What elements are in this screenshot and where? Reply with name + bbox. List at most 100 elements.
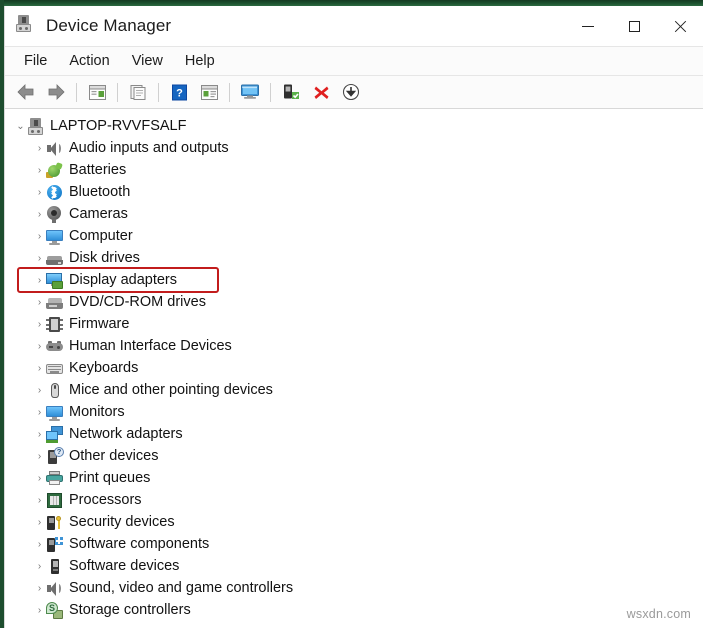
tree-item-cameras[interactable]: ›Cameras [5, 203, 703, 225]
menu-view[interactable]: View [121, 50, 174, 72]
properties-button[interactable] [82, 79, 112, 105]
menu-bar: File Action View Help [5, 46, 703, 76]
help-button[interactable]: ? [164, 79, 194, 105]
chevron-right-icon[interactable]: › [33, 247, 46, 269]
device-tree[interactable]: ⌄ LAPTOP-RVVFSALF › Audio inputs and outp… [5, 109, 703, 628]
chevron-right-icon[interactable]: › [33, 599, 46, 621]
chevron-right-icon[interactable]: › [33, 577, 46, 599]
battery-icon [46, 162, 63, 179]
tree-item-keyboards[interactable]: › Keyboards [5, 357, 703, 379]
bluetooth-icon [46, 184, 63, 201]
menu-help[interactable]: Help [174, 50, 226, 72]
tree-item-processors[interactable]: ›Processors [5, 489, 703, 511]
chevron-right-icon[interactable]: › [33, 379, 46, 401]
chevron-right-icon[interactable]: › [33, 225, 46, 247]
maximize-button[interactable] [611, 6, 657, 46]
title-bar[interactable]: Device Manager [5, 6, 703, 46]
scan-hardware-changes-button[interactable] [235, 79, 265, 105]
window-controls [565, 6, 703, 46]
tree-root-item[interactable]: ⌄ LAPTOP-RVVFSALF [5, 115, 703, 137]
unknown-device-icon: ? [46, 448, 63, 465]
chevron-right-icon[interactable]: › [33, 511, 46, 533]
back-arrow-icon [16, 83, 36, 101]
tree-item-other-devices[interactable]: ›?Other devices [5, 445, 703, 467]
device-manager-window: Device Manager File Action View Help [4, 6, 703, 628]
tree-item-software-devices[interactable]: › Software devices [5, 555, 703, 577]
tree-item-label: Audio inputs and outputs [69, 137, 229, 159]
tree-item-network-adapters[interactable]: ›Network adapters [5, 423, 703, 445]
chevron-right-icon[interactable]: › [33, 401, 46, 423]
chevron-right-icon[interactable]: › [33, 533, 46, 555]
menu-action[interactable]: Action [58, 50, 120, 72]
chevron-right-icon[interactable]: › [33, 313, 46, 335]
update-device-driver-button[interactable] [276, 79, 306, 105]
chevron-right-icon[interactable]: › [33, 357, 46, 379]
tree-item-label: Computer [69, 225, 133, 247]
monitor-scan-icon [240, 83, 261, 101]
back-button[interactable] [11, 79, 41, 105]
tree-item-display-adapters[interactable]: ›Display adapters [5, 269, 703, 291]
chevron-down-icon[interactable]: ⌄ [14, 115, 27, 137]
chevron-right-icon[interactable]: › [33, 489, 46, 511]
minimize-button[interactable] [565, 6, 611, 46]
tree-item-label: Keyboards [69, 357, 138, 379]
uninstall-device-button[interactable] [306, 79, 336, 105]
tree-item-storage-controllers[interactable]: ›SStorage controllers [5, 599, 703, 621]
keyboard-icon [46, 360, 63, 377]
computer-tower-icon [27, 118, 44, 135]
chevron-right-icon[interactable]: › [33, 555, 46, 577]
tree-item-security-devices[interactable]: › Security devices [5, 511, 703, 533]
tree-item-mice-and-other-pointing-devices[interactable]: › Mice and other pointing devices [5, 379, 703, 401]
menu-file[interactable]: File [13, 50, 58, 72]
chevron-right-icon[interactable]: › [33, 423, 46, 445]
tree-item-batteries[interactable]: › Batteries [5, 159, 703, 181]
security-device-icon [46, 514, 63, 531]
minimize-icon [582, 26, 594, 27]
tree-item-label: Software components [69, 533, 209, 555]
tree-item-label: Software devices [69, 555, 179, 577]
monitor-icon [46, 404, 63, 421]
document-copy-icon [129, 84, 148, 101]
tree-item-dvd-cd-rom-drives[interactable]: ›DVD/CD-ROM drives [5, 291, 703, 313]
tree-item-firmware[interactable]: ›Firmware [5, 313, 703, 335]
show-hide-console-tree-button[interactable] [194, 79, 224, 105]
chevron-right-icon[interactable]: › [33, 137, 46, 159]
chevron-right-icon[interactable]: › [33, 181, 46, 203]
chevron-right-icon[interactable]: › [33, 159, 46, 181]
tree-item-human-interface-devices[interactable]: ›Human Interface Devices [5, 335, 703, 357]
tree-item-sound-video-and-game-controllers[interactable]: ›Sound, video and game controllers [5, 577, 703, 599]
console-tree-icon [200, 84, 219, 101]
tree-item-label: Mice and other pointing devices [69, 379, 273, 401]
chevron-right-icon[interactable]: › [33, 269, 46, 291]
forward-button[interactable] [41, 79, 71, 105]
tree-item-label: Security devices [69, 511, 175, 533]
tree-root-label: LAPTOP-RVVFSALF [50, 115, 186, 137]
display-adapter-icon [46, 272, 63, 289]
printer-icon [46, 470, 63, 487]
tree-item-print-queues[interactable]: › Print queues [5, 467, 703, 489]
tree-item-monitors[interactable]: ›Monitors [5, 401, 703, 423]
watermark: wsxdn.com [627, 607, 691, 621]
chevron-right-icon[interactable]: › [33, 203, 46, 225]
tree-item-computer[interactable]: › Computer [5, 225, 703, 247]
close-button[interactable] [657, 6, 703, 46]
tree-item-audio-inputs-and-outputs[interactable]: › Audio inputs and outputs [5, 137, 703, 159]
tree-item-bluetooth[interactable]: › Bluetooth [5, 181, 703, 203]
tree-item-label: Batteries [69, 159, 126, 181]
question-mark-icon: ? [171, 84, 188, 101]
chevron-right-icon[interactable]: › [33, 335, 46, 357]
device-update-icon [282, 83, 301, 101]
toolbar: ? [5, 76, 703, 109]
toolbar-separator [117, 83, 118, 102]
tree-item-label: Bluetooth [69, 181, 130, 203]
update-driver-button[interactable] [123, 79, 153, 105]
tree-item-label: Disk drives [69, 247, 140, 269]
toolbar-separator [158, 83, 159, 102]
chevron-right-icon[interactable]: › [33, 467, 46, 489]
chevron-right-icon[interactable]: › [33, 445, 46, 467]
tree-item-label: Print queues [69, 467, 150, 489]
disable-device-button[interactable] [336, 79, 366, 105]
tree-item-software-components[interactable]: › Software components [5, 533, 703, 555]
chevron-right-icon[interactable]: › [33, 291, 46, 313]
tree-item-disk-drives[interactable]: › Disk drives [5, 247, 703, 269]
